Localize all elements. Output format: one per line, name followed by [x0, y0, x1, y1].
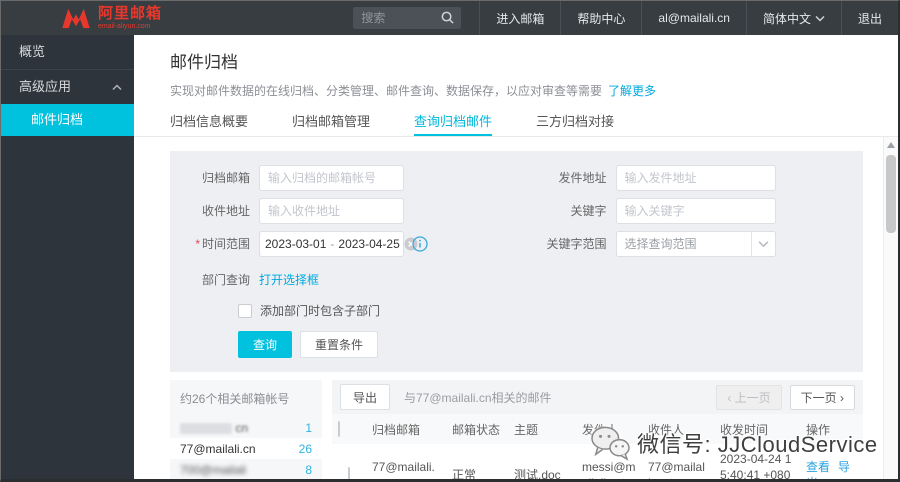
app-window: 阿里邮箱 email-aliyun.com 进入邮箱 帮助中心 al@maila… [0, 0, 900, 482]
date-separator: - [330, 236, 335, 251]
col-time: 收发时间 [714, 414, 800, 444]
col-subject: 主题 [508, 414, 576, 444]
tab-query-archived-mail[interactable]: 查询归档邮件 [414, 111, 493, 136]
export-button[interactable]: 导出 [340, 384, 391, 410]
row-checkbox[interactable] [348, 467, 350, 479]
open-selector-link[interactable]: 打开选择框 [259, 271, 319, 288]
view-link[interactable]: 查看 [806, 460, 830, 474]
sender-address-label: 发件地址 [558, 171, 607, 185]
cell-recipient: 77@mailali.cn [648, 460, 705, 479]
tab-archive-info-summary[interactable]: 归档信息概要 [170, 111, 248, 136]
col-mailbox-status: 邮箱状态 [446, 414, 508, 444]
brand-logo[interactable]: 阿里邮箱 email-aliyun.com [1, 6, 231, 30]
keyword-label: 关键字 [570, 204, 607, 218]
sidebar-item-advanced-apps[interactable]: 高级应用 [1, 70, 134, 104]
sidebar-item-overview[interactable]: 概览 [1, 35, 134, 69]
results-caption: 与77@mailali.cn相关的邮件 [404, 390, 552, 405]
vertical-scrollbar[interactable] [883, 137, 898, 479]
pagination: ‹ 上一页 下一页 › [716, 384, 855, 410]
time-range-picker[interactable]: 2023-03-01 - 2023-04-25 [259, 230, 418, 257]
select-chevron-down-icon [750, 231, 775, 256]
archive-mailbox-input[interactable] [259, 164, 404, 191]
keyword-input[interactable] [615, 197, 776, 224]
chevron-down-icon [815, 15, 825, 22]
scroll-up-arrow-icon[interactable] [887, 142, 895, 148]
required-asterisk: * [195, 237, 200, 251]
tab-third-party-archive[interactable]: 三方归档对接 [536, 111, 614, 136]
next-page-button[interactable]: 下一页 › [789, 384, 855, 410]
nav-help-center[interactable]: 帮助中心 [560, 1, 641, 35]
account-list-item[interactable]: 700@mailali 8 [170, 459, 322, 479]
chevron-up-icon [112, 83, 122, 91]
cell-time: 2023-04-24 15:40:41 +0800 [720, 452, 792, 482]
keyword-scope-select[interactable]: 选择查询范围 [615, 230, 776, 257]
search-icon[interactable] [440, 10, 455, 30]
results-table: 归档邮箱 邮箱状态 主题 发件人 收件人 收发时间 操作 77@mailali.… [332, 414, 863, 482]
sender-address-input[interactable] [615, 164, 776, 191]
mail-results-panel: 导出 与77@mailali.cn相关的邮件 ‹ 上一页 下一页 › 归档邮箱 … [332, 380, 863, 482]
accounts-summary: 约26个相关邮箱帐号 [180, 392, 290, 406]
nav-enter-mailbox[interactable]: 进入邮箱 [479, 1, 560, 35]
scroll-content: 归档邮箱 发件地址 收件地址 [134, 137, 883, 482]
scrollbar-thumb[interactable] [886, 155, 896, 233]
brand-domain: email-aliyun.com [98, 23, 151, 30]
time-range-label: * 时间范围 [195, 237, 250, 251]
account-list-item-selected[interactable]: 77@mailali.cn 26 [170, 438, 322, 459]
page-title: 邮件归档 [170, 53, 238, 72]
nav-account[interactable]: al@mailali.cn [641, 1, 746, 35]
date-end-value[interactable]: 2023-04-25 [338, 237, 399, 251]
cell-mailbox: 77@mailali.cn [372, 460, 435, 479]
table-header-row: 归档邮箱 邮箱状态 主题 发件人 收件人 收发时间 操作 [332, 414, 863, 444]
info-icon[interactable] [412, 235, 428, 252]
include-subdept-checkbox[interactable] [238, 303, 252, 318]
keyword-scope-label: 关键字范围 [546, 237, 607, 251]
recipient-address-label: 收件地址 [201, 204, 250, 218]
reset-button[interactable]: 重置条件 [300, 331, 379, 358]
table-row: 77@mailali.cn 正常 测试.doc messi@mailali.cn… [332, 444, 863, 482]
department-query-label: 部门查询 [201, 272, 250, 287]
header-search [353, 7, 462, 30]
account-count: 26 [298, 441, 312, 456]
account-count: 1 [305, 420, 312, 435]
sidebar-item-mail-archive[interactable]: 邮件归档 [1, 104, 134, 136]
learn-more-link[interactable]: 了解更多 [608, 84, 656, 98]
date-start-value[interactable]: 2023-03-01 [265, 237, 326, 251]
related-accounts-panel: 约26个相关邮箱帐号 cn 1 77@mailali.cn 26 700@mai… [170, 380, 322, 479]
recipient-address-input[interactable] [259, 197, 404, 224]
select-all-checkbox[interactable] [338, 421, 340, 437]
nav-language[interactable]: 简体中文 [745, 1, 841, 35]
prev-page-button[interactable]: ‹ 上一页 [716, 384, 782, 410]
brand-m-icon [61, 7, 91, 29]
tab-archive-mailbox-management[interactable]: 归档邮箱管理 [292, 111, 370, 136]
query-button[interactable]: 查询 [238, 331, 293, 358]
query-form-panel: 归档邮箱 发件地址 收件地址 [170, 151, 863, 372]
table-toolbar: 导出 与77@mailali.cn相关的邮件 ‹ 上一页 下一页 › [332, 380, 863, 414]
brand-name: 阿里邮箱 [98, 5, 163, 22]
include-subdept-label: 添加部门时包含子部门 [260, 304, 381, 318]
col-archive-mailbox: 归档邮箱 [366, 414, 446, 444]
header-nav: 进入邮箱 帮助中心 al@mailali.cn 简体中文 退出 [479, 1, 898, 35]
archive-mailbox-label: 归档邮箱 [201, 171, 250, 185]
top-header: 阿里邮箱 email-aliyun.com 进入邮箱 帮助中心 al@maila… [1, 1, 898, 35]
tab-bar: 归档信息概要 归档邮箱管理 查询归档邮件 三方归档对接 [134, 111, 898, 137]
main-content: 邮件归档 实现对邮件数据的在线归档、分类管理、邮件查询、数据保存，以应对审查等需… [134, 35, 898, 482]
account-list-item[interactable]: cn 1 [170, 417, 322, 438]
cell-subject: 测试.doc [514, 468, 561, 482]
page-description: 实现对邮件数据的在线归档、分类管理、邮件查询、数据保存，以应对审查等需要 了解更多 [170, 84, 657, 98]
cell-status: 正常 [452, 468, 477, 482]
col-sender: 发件人 [576, 414, 642, 444]
col-recipient: 收件人 [642, 414, 714, 444]
account-count: 8 [305, 462, 312, 477]
col-actions: 操作 [800, 414, 863, 444]
cell-sender: messi@mailali.cn [582, 460, 636, 479]
nav-logout[interactable]: 退出 [840, 1, 898, 35]
sidebar: 概览 高级应用 邮件归档 [1, 35, 134, 479]
